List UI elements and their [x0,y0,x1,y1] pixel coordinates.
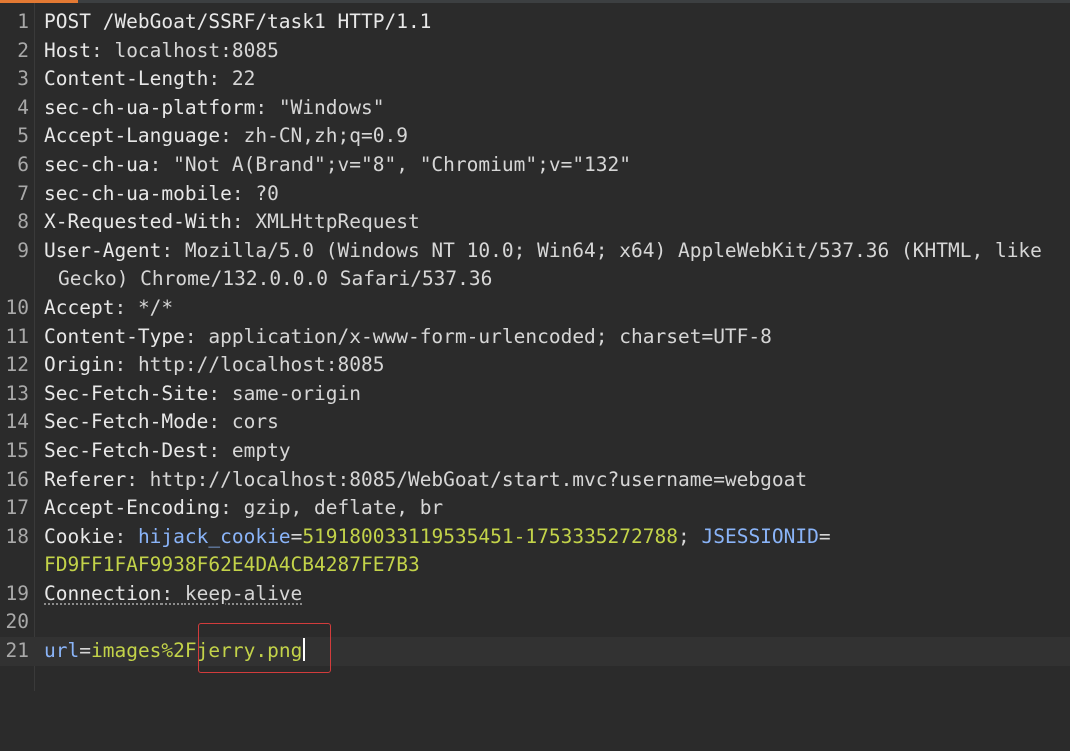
header-name: Accept [44,295,115,319]
header-name: Content-Length [44,67,209,91]
header-line: 13 Sec-Fetch-Site: same-origin [0,380,1070,409]
active-tab-indicator [0,0,78,3]
request-editor[interactable]: 1 POST /WebGoat/SSRF/task1 HTTP/1.1 2 Hos… [0,8,1070,666]
header-line: 11 Content-Type: application/x-www-form-u… [0,323,1070,352]
header-value: "Not A(Brand";v="8", "Chromium";v="132" [173,152,632,176]
line-number: 19 [5,581,29,605]
header-line: 3 Content-Length: 22 [0,65,1070,94]
line-number: 16 [5,467,29,491]
header-name: User-Agent [44,238,162,262]
line-number: 9 [17,238,29,262]
top-border [0,0,1070,3]
line-number: 14 [5,410,29,434]
cookie-name: JSESSIONID [701,524,819,548]
request-line-text: POST /WebGoat/SSRF/task1 HTTP/1.1 [44,10,432,33]
line-number: 13 [5,381,29,405]
header-value: zh-CN,zh;q=0.9 [243,124,408,148]
header-value: gzip, deflate, br [243,496,444,520]
highlight-annotation-box [198,623,331,673]
header-value: 22 [231,67,256,91]
line-number: 3 [17,67,29,91]
connection-header-line: 19 Connection: keep-alive [0,580,1070,609]
header-value: keep-alive [184,581,303,605]
header-name: Sec-Fetch-Mode [44,410,209,434]
line-number: 20 [5,610,29,634]
header-name: Accept-Encoding [44,496,221,520]
cookie-value: FD9FF1FAF9938F62E4DA4CB4287FE7B3 [44,553,420,577]
header-name: sec-ch-ua-platform [44,95,256,119]
header-name: Sec-Fetch-Site [44,381,209,405]
header-line: 4 sec-ch-ua-platform: "Windows" [0,94,1070,123]
header-value: http://localhost:8085/WebGoat/start.mvc?… [149,467,808,491]
header-value: XMLHttpRequest [255,210,420,234]
line-number: 10 [5,295,29,319]
header-name: Host [44,38,91,62]
body-line[interactable]: 21 url=images%2Fjerry.png [0,637,1070,666]
line-number: 12 [5,353,29,377]
header-value: localhost:8085 [114,38,279,62]
header-line: 7 sec-ch-ua-mobile: ?0 [0,180,1070,209]
header-value: Mozilla/5.0 (Windows NT 10.0; Win64; x64… [184,238,1042,262]
cookie-value: 519180033119535451-1753335272788 [302,524,678,548]
header-value: empty [231,438,291,462]
header-value: ?0 [255,181,279,205]
line-number: 5 [17,124,29,148]
header-name: Origin [44,353,115,377]
line-number: 15 [5,438,29,462]
blank-line: 20 [0,608,1070,637]
header-name: Connection [44,581,162,605]
header-name: sec-ch-ua [44,152,150,176]
header-value: application/x-www-form-urlencoded; chars… [208,324,772,348]
line-number: 17 [5,496,29,520]
header-line: 15 Sec-Fetch-Dest: empty [0,437,1070,466]
line-number: 7 [17,181,29,205]
header-value: http://localhost:8085 [137,353,385,377]
line-number: 18 [5,524,29,548]
header-line: 5 Accept-Language: zh-CN,zh;q=0.9 [0,122,1070,151]
header-line: 6 sec-ch-ua: "Not A(Brand";v="8", "Chromi… [0,151,1070,180]
header-line: 8 X-Requested-With: XMLHttpRequest [0,208,1070,237]
header-name: Cookie [44,524,115,548]
header-name: sec-ch-ua-mobile [44,181,232,205]
header-line: 2 Host: localhost:8085 [0,37,1070,66]
header-value: "Windows" [278,95,385,119]
header-line: 17 Accept-Encoding: gzip, deflate, br [0,494,1070,523]
header-value-wrapped: Gecko) Chrome/132.0.0.0 Safari/537.36 [58,267,493,291]
header-value: same-origin [231,381,361,405]
header-name: Sec-Fetch-Dest [44,438,209,462]
header-line: 14 Sec-Fetch-Mode: cors [0,408,1070,437]
line-number: 11 [5,324,29,348]
body-param-key: url [44,639,80,663]
line-number: 6 [17,152,29,176]
line-number: 1 [17,10,29,33]
header-name: X-Requested-With [44,210,232,234]
header-name: Referer [44,467,127,491]
header-line: 16 Referer: http://localhost:8085/WebGoat… [0,466,1070,495]
header-line: 10 Accept: */* [0,294,1070,323]
header-line: 12 Origin: http://localhost:8085 [0,351,1070,380]
line-number: 21 [5,639,29,663]
header-value: cors [231,410,279,434]
cookie-header-line: 18 Cookie: hijack_cookie=519180033119535… [0,523,1070,580]
header-name: Accept-Language [44,124,221,148]
line-number: 8 [17,210,29,234]
header-line: 9 User-Agent: Mozilla/5.0 (Windows NT 10.… [0,237,1070,294]
line-number: 4 [17,95,29,119]
line-number: 2 [17,38,29,62]
header-value: */* [137,295,174,319]
cookie-name: hijack_cookie [137,524,291,548]
header-name: Content-Type [44,324,185,348]
request-line: 1 POST /WebGoat/SSRF/task1 HTTP/1.1 [0,8,1070,37]
body-equals: = [79,639,91,663]
